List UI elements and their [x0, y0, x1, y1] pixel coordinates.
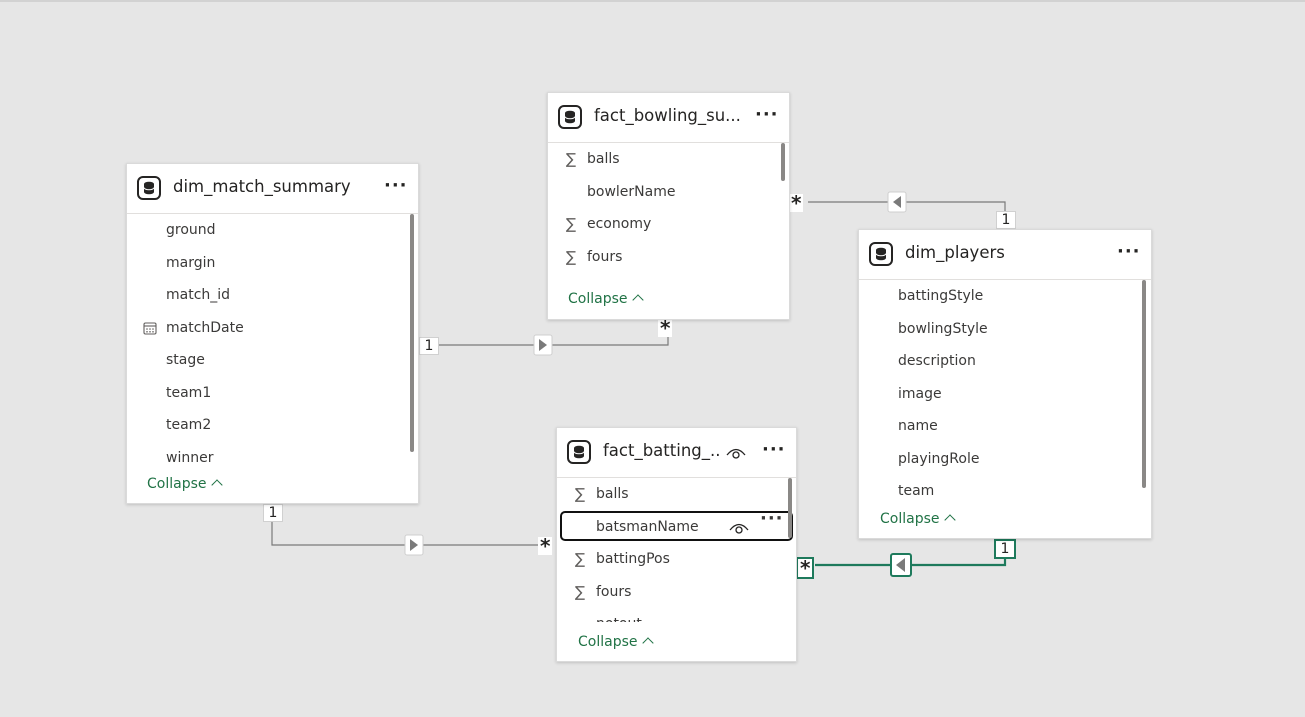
collapse-button[interactable]: Collapse: [880, 511, 956, 527]
hidden-eye-icon[interactable]: [729, 521, 749, 535]
chevron-up-icon: [943, 514, 956, 526]
more-options-icon[interactable]: ···: [755, 104, 779, 125]
cardinality-many-batting-players: *: [796, 557, 815, 579]
cardinality-one-match-bowling: 1: [419, 337, 439, 355]
table-card-fact-batting[interactable]: fact_batting_... ··· ∑ balls batsmanName …: [556, 427, 797, 662]
field-item[interactable]: description: [859, 345, 1151, 378]
sigma-icon: ∑: [574, 582, 586, 601]
cardinality-many-bowling-match: *: [658, 316, 673, 340]
calendar-icon: [142, 312, 158, 347]
sigma-icon: ∑: [565, 150, 577, 168]
sigma-icon: ∑: [574, 550, 586, 568]
scrollbar[interactable]: [1142, 280, 1146, 488]
table-card-dim-match-summary[interactable]: dim_match_summary ··· ground margin matc…: [126, 163, 419, 504]
field-item[interactable]: team1: [127, 377, 418, 410]
cardinality-many-bowling-players: *: [789, 191, 804, 215]
rel-arrow-players-batting: [890, 553, 912, 577]
scrollbar[interactable]: [781, 143, 785, 181]
table-title: fact_batting_...: [603, 441, 721, 460]
scrollbar[interactable]: [410, 214, 414, 452]
field-item[interactable]: battingStyle: [859, 280, 1151, 313]
cardinality-many-batting-match: *: [538, 534, 553, 558]
field-item[interactable]: ∑ fours: [548, 241, 789, 274]
cardinality-one-match-batting: 1: [263, 504, 283, 522]
table-card-fact-bowling[interactable]: fact_bowling_su... ··· ∑ balls bowlerName…: [547, 92, 790, 320]
table-header[interactable]: dim_match_summary ···: [127, 164, 418, 214]
rel-arrow-match-bowling: [533, 334, 553, 356]
table-title: fact_bowling_su...: [594, 106, 741, 125]
table-card-dim-players[interactable]: dim_players ··· battingStyle bowlingStyl…: [858, 229, 1152, 539]
table-icon: [869, 242, 893, 266]
field-item[interactable]: notout: [557, 608, 796, 622]
field-more-options-icon[interactable]: ···: [760, 503, 784, 536]
cardinality-one-players-bowling: 1: [996, 211, 1016, 229]
table-header[interactable]: fact_bowling_su... ···: [548, 93, 789, 143]
field-list: ground margin match_id matchDate stage t…: [127, 214, 418, 466]
field-item[interactable]: image: [859, 378, 1151, 411]
chevron-up-icon: [641, 637, 654, 649]
sigma-icon: ∑: [565, 215, 577, 233]
field-item[interactable]: ground: [127, 214, 418, 247]
field-item[interactable]: ∑ economy: [548, 208, 789, 241]
field-item[interactable]: ∑ fours: [557, 576, 796, 609]
field-list: ∑ balls batsmanName ··· ∑ battingPos ∑ four…: [557, 478, 796, 622]
table-header[interactable]: dim_players ···: [859, 230, 1151, 280]
field-item[interactable]: team: [859, 475, 1151, 508]
field-item[interactable]: name: [859, 410, 1151, 443]
more-options-icon[interactable]: ···: [762, 439, 786, 460]
rel-arrow-players-bowling: [887, 191, 907, 213]
rel-arrow-match-batting: [404, 534, 424, 556]
table-icon: [137, 176, 161, 200]
field-item[interactable]: bowlerName: [548, 176, 789, 209]
field-item[interactable]: stage: [127, 344, 418, 377]
field-item-selected[interactable]: batsmanName ···: [557, 508, 796, 544]
table-title: dim_players: [905, 243, 1005, 262]
field-item[interactable]: ∑ battingPos: [557, 543, 796, 576]
collapse-button[interactable]: Collapse: [578, 634, 654, 650]
chevron-up-icon: [210, 479, 223, 491]
field-item[interactable]: team2: [127, 409, 418, 442]
collapse-button[interactable]: Collapse: [568, 291, 644, 307]
sigma-icon: ∑: [565, 247, 577, 266]
more-options-icon[interactable]: ···: [1117, 241, 1141, 262]
field-item[interactable]: margin: [127, 247, 418, 280]
field-item[interactable]: playingRole: [859, 443, 1151, 476]
field-item[interactable]: bowlingStyle: [859, 313, 1151, 346]
table-header[interactable]: fact_batting_... ···: [557, 428, 796, 478]
table-title: dim_match_summary: [173, 177, 351, 196]
hidden-eye-icon[interactable]: [726, 446, 746, 460]
cardinality-one-players-batting: 1: [994, 539, 1016, 559]
field-item[interactable]: ∑ balls: [548, 143, 789, 176]
table-icon: [567, 440, 591, 464]
more-options-icon[interactable]: ···: [384, 175, 408, 196]
field-item[interactable]: matchDate: [127, 312, 418, 345]
collapse-button[interactable]: Collapse: [147, 476, 223, 492]
chevron-up-icon: [631, 294, 644, 306]
field-list: battingStyle bowlingStyle description im…: [859, 280, 1151, 508]
field-item[interactable]: winner: [127, 442, 418, 467]
scrollbar[interactable]: [788, 478, 792, 538]
field-item[interactable]: match_id: [127, 279, 418, 312]
sigma-icon: ∑: [574, 485, 586, 503]
field-list: ∑ balls bowlerName ∑ economy ∑ fours: [548, 143, 789, 273]
table-icon: [558, 105, 582, 129]
